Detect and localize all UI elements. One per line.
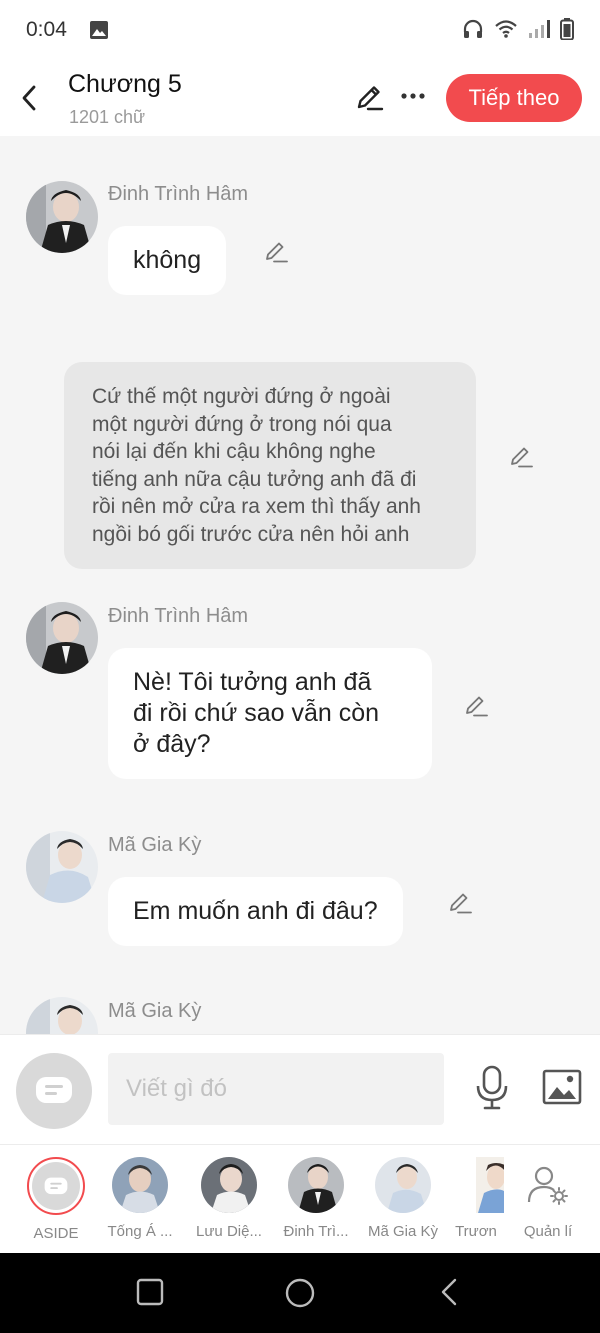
signal-icon <box>528 19 550 44</box>
dialogue-bubble[interactable]: Nè! Tôi tưởng anh đã đi rồi chứ sao vẫn … <box>108 648 432 779</box>
bubble-line: không <box>133 246 202 274</box>
message-input[interactable] <box>108 1053 444 1125</box>
character-avatar <box>375 1157 431 1213</box>
bubble-line: ở đây? <box>133 730 211 758</box>
more-dots-icon <box>401 93 425 99</box>
battery-icon <box>560 18 574 45</box>
insert-image-button[interactable] <box>542 1069 582 1110</box>
pencil-icon <box>266 242 288 263</box>
character-label: Quản lí <box>523 1223 573 1240</box>
back-button[interactable] <box>14 80 44 116</box>
character-label: Lưu Diệ... <box>196 1223 262 1240</box>
pencil-icon <box>511 447 533 468</box>
bubble-line: đi rồi chứ sao vẫn còn <box>133 699 380 727</box>
pencil-icon <box>357 86 384 111</box>
sender-name: Đinh Trình Hâm <box>108 605 249 627</box>
recent-apps-button[interactable] <box>135 1277 165 1312</box>
voice-input-button[interactable] <box>474 1065 510 1116</box>
narration-bubble[interactable]: Cứ thế một người đứng ở ngoài một người … <box>64 362 476 569</box>
aside-toggle-button[interactable] <box>16 1053 92 1129</box>
character-item[interactable]: Lưu Diệ... <box>186 1157 272 1240</box>
gallery-icon <box>89 20 109 45</box>
sender-name: Mã Gia Kỳ <box>108 834 202 856</box>
pencil-icon <box>466 696 488 717</box>
pencil-icon <box>450 893 472 914</box>
character-avatar <box>288 1157 344 1213</box>
narration-line: Cứ thế một người đứng ở ngoài <box>92 385 391 408</box>
character-label: Trươn <box>455 1223 497 1240</box>
character-avatar <box>112 1157 168 1213</box>
back-icon <box>441 1278 457 1306</box>
character-aside[interactable]: ASIDE <box>13 1157 99 1242</box>
character-label: ASIDE <box>33 1225 79 1242</box>
character-item[interactable]: Trươn <box>437 1157 515 1240</box>
character-item[interactable]: Mã Gia Kỳ <box>360 1157 446 1240</box>
bubble-line: Nè! Tôi tưởng anh đã <box>133 668 372 696</box>
aside-bubble-icon <box>36 1077 72 1103</box>
avatar[interactable] <box>26 602 98 674</box>
system-nav-bar <box>0 1253 600 1333</box>
character-avatar <box>201 1157 257 1213</box>
aside-bubble-icon <box>44 1177 68 1194</box>
sender-name: Mã Gia Kỳ <box>108 1000 202 1022</box>
sender-name: Đinh Trình Hâm <box>108 183 249 205</box>
manage-characters-button[interactable]: Quản lí <box>505 1157 591 1240</box>
manage-users-icon <box>527 1166 568 1205</box>
next-chapter-button[interactable]: Tiếp theo <box>446 74 582 122</box>
recent-apps-icon <box>136 1278 164 1306</box>
character-label: Mã Gia Kỳ <box>367 1223 439 1240</box>
edit-message-button[interactable] <box>447 889 473 915</box>
system-back-button[interactable] <box>438 1277 460 1312</box>
home-button[interactable] <box>284 1277 316 1314</box>
edit-narration-button[interactable] <box>508 443 534 469</box>
wifi-icon <box>494 19 518 44</box>
narration-line: nói lại đến khi cậu không nghe <box>92 440 376 463</box>
character-label: Đinh Trì... <box>283 1223 349 1240</box>
character-strip: ASIDE Tống Á ... Lưu Diệ... Đinh Trì... … <box>0 1144 600 1253</box>
character-label: Tống Á ... <box>107 1223 173 1240</box>
word-count: 1201 chữ <box>69 107 146 127</box>
microphone-icon <box>476 1065 508 1110</box>
character-item[interactable]: Đinh Trì... <box>273 1157 359 1240</box>
aside-avatar <box>27 1157 85 1215</box>
avatar[interactable] <box>26 831 98 903</box>
avatar[interactable] <box>26 997 98 1034</box>
chapter-header: Chương 5 1201 chữ Tiếp theo <box>0 60 600 136</box>
home-icon <box>285 1278 315 1308</box>
chat-area[interactable]: Đinh Trình Hâm không Cứ thế một người đứ… <box>0 136 600 1034</box>
bubble-line: Em muốn anh đi đâu? <box>133 897 378 925</box>
character-item[interactable]: Tống Á ... <box>97 1157 183 1240</box>
edit-title-button[interactable] <box>354 82 384 117</box>
dialogue-bubble[interactable]: không <box>108 226 227 295</box>
edit-message-button[interactable] <box>263 238 289 264</box>
input-bar <box>0 1034 600 1144</box>
manage-icon-wrap <box>520 1157 576 1213</box>
chapter-title: Chương 5 <box>68 70 182 98</box>
edit-message-button[interactable] <box>463 692 489 718</box>
dialogue-bubble[interactable]: Em muốn anh đi đâu? <box>108 877 403 946</box>
status-bar: 0:04 <box>0 0 600 60</box>
avatar[interactable] <box>26 181 98 253</box>
narration-line: một người đứng ở trong nói qua <box>92 412 392 436</box>
status-time: 0:04 <box>26 18 67 41</box>
narration-line: tiếng anh nữa cậu tưởng anh đã đi <box>92 467 417 491</box>
chevron-left-icon <box>22 85 36 111</box>
narration-line: rồi nên mở cửa ra xem thì thấy anh <box>92 495 421 518</box>
headphones-icon <box>462 18 484 45</box>
narration-line: ngồi bó gối trước cửa nên hỏi anh <box>92 522 410 546</box>
image-icon <box>542 1069 582 1105</box>
more-options-button[interactable] <box>400 88 426 100</box>
character-avatar <box>448 1157 504 1213</box>
